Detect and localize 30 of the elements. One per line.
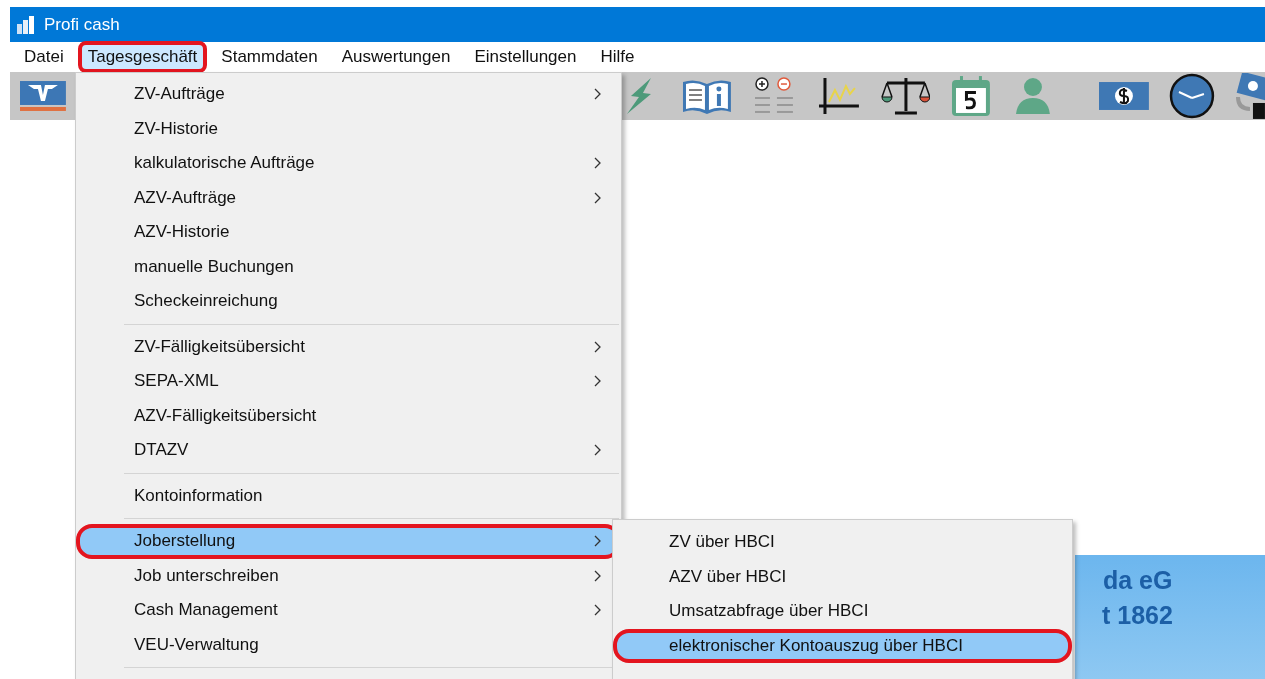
line-chart-icon[interactable]: [816, 76, 861, 116]
window-title: Profi cash: [44, 14, 120, 35]
menu-entry[interactable]: AZV-Historie: [76, 215, 621, 250]
menu-entry[interactable]: AZV-Fälligkeitsübersicht: [76, 398, 621, 433]
menu-entry[interactable]: ZV-Aufträge: [76, 77, 621, 112]
dollar-bill-icon[interactable]: [1099, 79, 1150, 113]
menu-entry[interactable]: AZV-Aufträge: [76, 180, 621, 215]
menu-entry[interactable]: Kontoinformation: [76, 478, 621, 513]
scales-icon[interactable]: [880, 75, 931, 117]
menu-entry[interactable]: Scheckeinreichung: [76, 284, 621, 319]
menu-entry[interactable]: SEPA-XML: [76, 364, 621, 399]
menu-item[interactable]: Hilfe: [590, 41, 645, 73]
menu-entry[interactable]: kalkulatorische Aufträge: [76, 146, 621, 181]
menu-entry[interactable]: manuelle Buchungen: [76, 249, 621, 284]
calendar-icon[interactable]: [950, 74, 993, 118]
logo-icon[interactable]: [20, 79, 66, 113]
transfer-icon[interactable]: [1235, 73, 1265, 119]
banner-text: t 1862: [1101, 600, 1174, 631]
clock-icon[interactable]: [1169, 73, 1216, 119]
menu-item[interactable]: Tagesgeschäft: [77, 41, 208, 73]
menu-entry[interactable]: DTAZV: [76, 433, 621, 468]
menu-entry[interactable]: elektronischer Kontoauszug über HBCI: [613, 628, 1072, 663]
menu-entry[interactable]: ZV-Fälligkeitsübersicht: [76, 329, 621, 364]
menu-item[interactable]: Einstellungen: [464, 41, 587, 73]
banner-text: da eG: [1102, 565, 1174, 596]
menu-entry[interactable]: ZV-Historie: [76, 111, 621, 146]
bar-chart-icon: [16, 14, 36, 35]
menu-item[interactable]: Stammdaten: [211, 41, 328, 73]
menu-item[interactable]: Auswertungen: [331, 41, 461, 73]
menu-item[interactable]: Datei: [14, 41, 74, 73]
